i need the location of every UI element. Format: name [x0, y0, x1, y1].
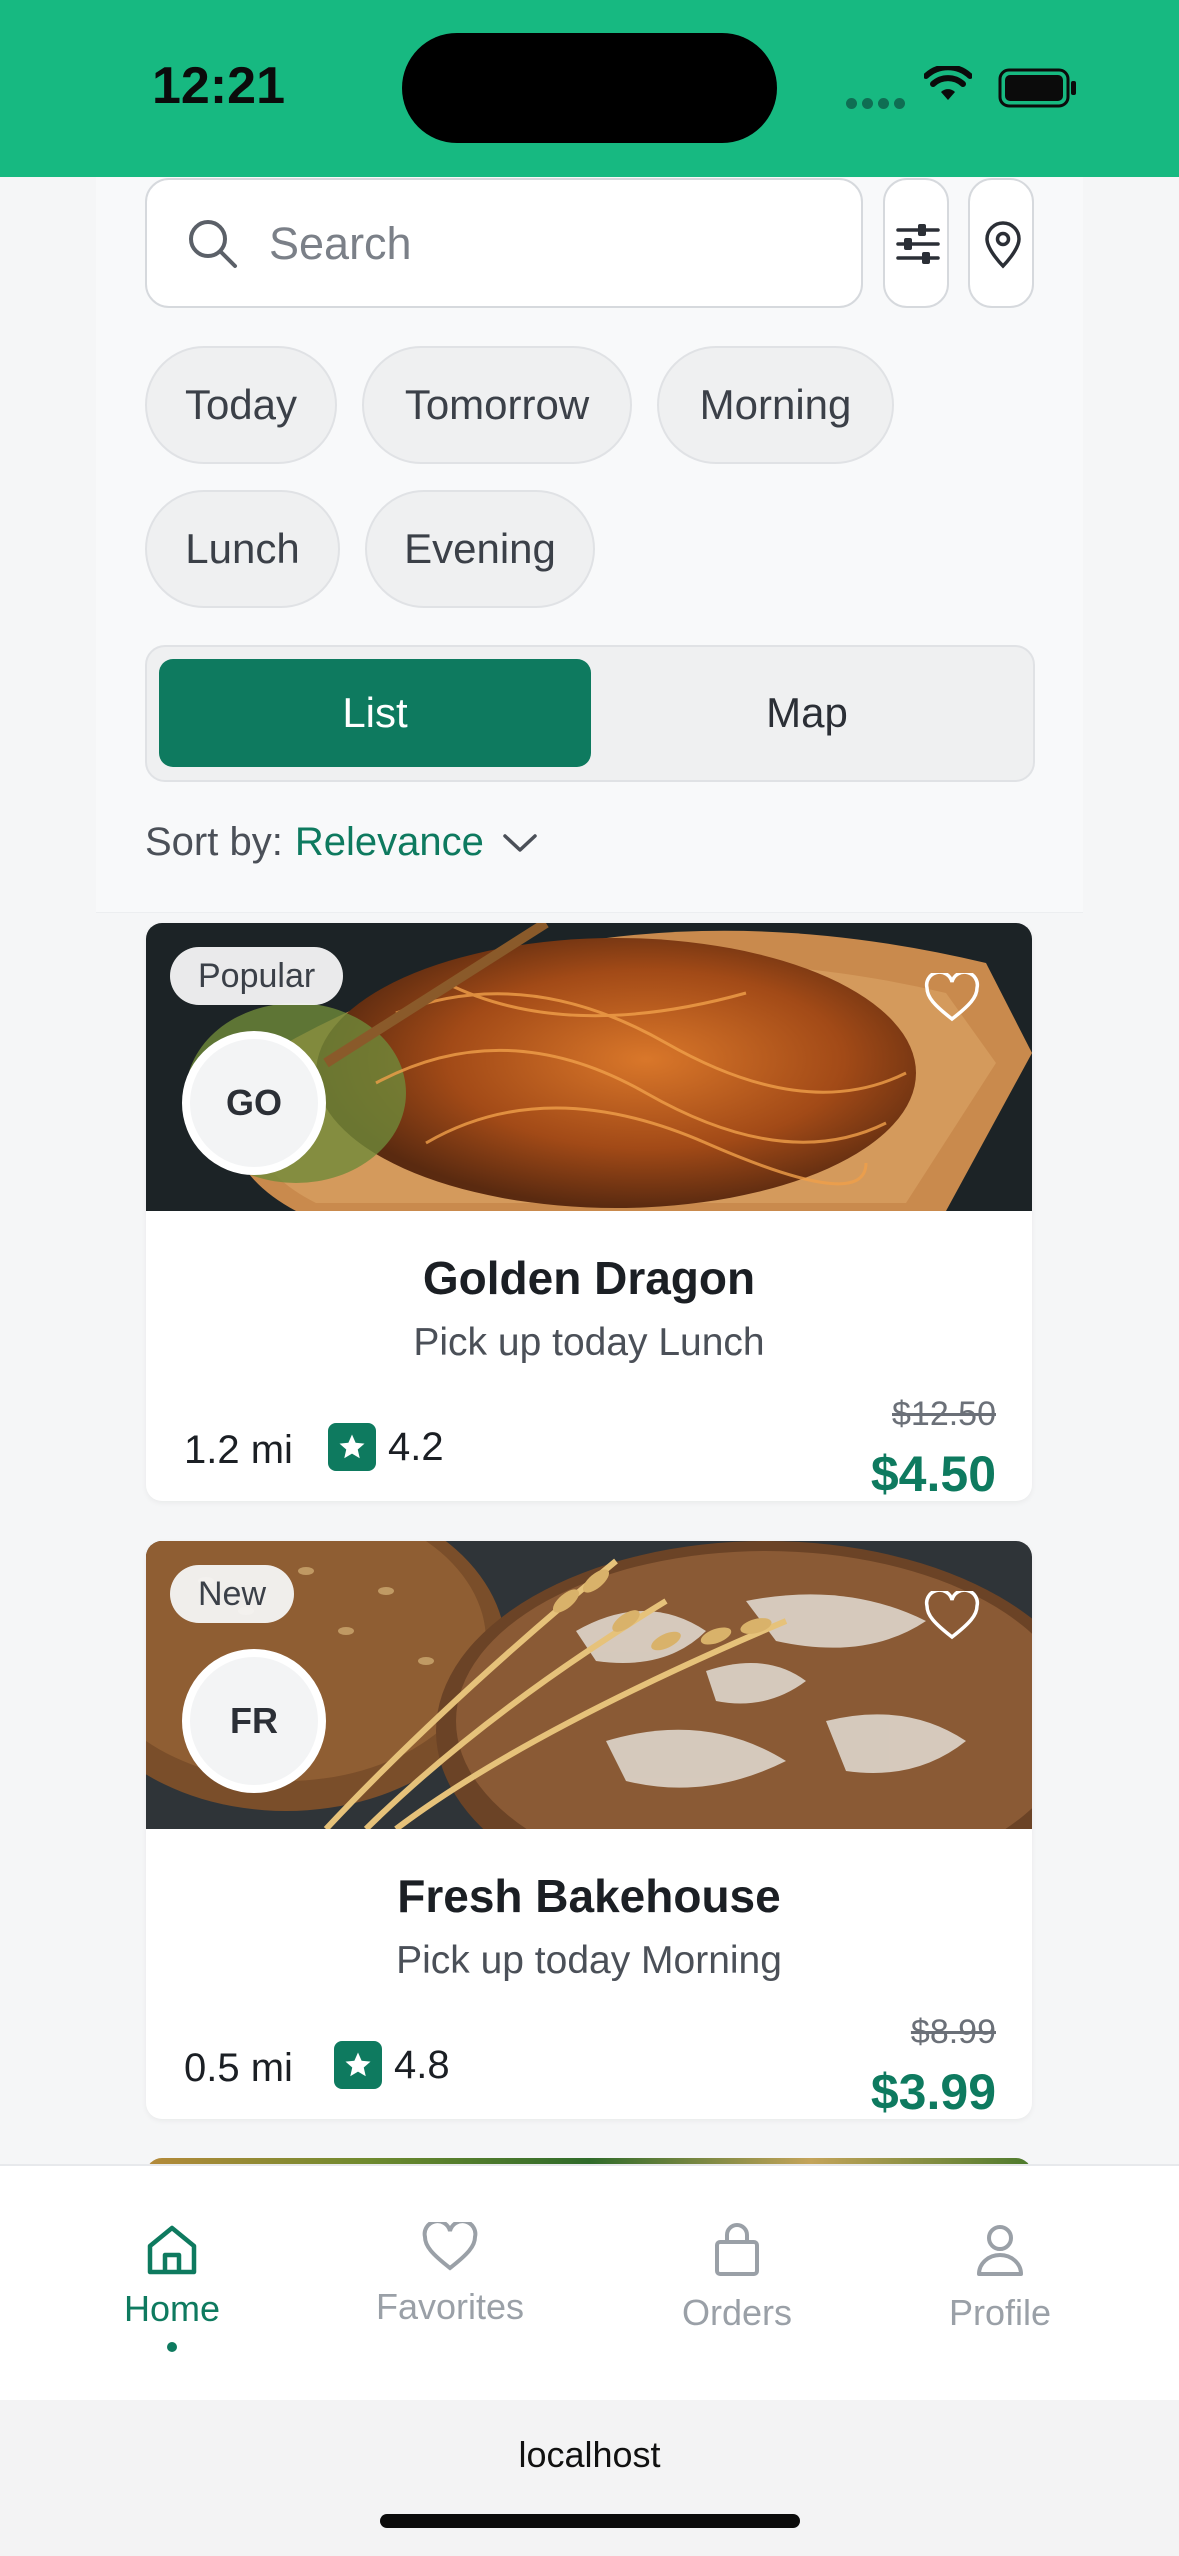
toggle-map-button[interactable]: Map — [591, 659, 1023, 767]
chip-evening[interactable]: Evening — [365, 490, 595, 608]
heart-icon — [422, 2222, 478, 2271]
location-pin-icon — [985, 221, 1021, 269]
star-icon — [328, 1423, 376, 1471]
search-input[interactable]: Search — [145, 178, 863, 308]
browser-url-bar[interactable]: localhost — [0, 2400, 1179, 2556]
toggle-list-button[interactable]: List — [159, 659, 591, 767]
rating: 4.2 — [328, 1423, 444, 1471]
chevron-down-icon — [503, 833, 537, 852]
tab-profile[interactable]: Profile — [870, 2166, 1130, 2402]
tab-orders-label: Orders — [681, 2292, 793, 2333]
sort-value: Relevance — [294, 820, 484, 864]
active-indicator — [167, 2342, 177, 2352]
status-bar: 12:21 — [0, 0, 1179, 177]
original-price: $12.50 — [892, 1395, 996, 1433]
restaurant-name: Golden Dragon — [422, 1252, 756, 1304]
listing-card[interactable]: New FR Fresh Bakehouse Pick up today Mor… — [146, 1541, 1032, 2119]
view-toggle: List Map — [145, 645, 1035, 782]
tab-profile-label: Profile — [948, 2292, 1052, 2333]
distance: 1.2 mi — [184, 1428, 293, 1472]
tab-home-label: Home — [123, 2288, 221, 2329]
home-indicator[interactable] — [380, 2514, 800, 2528]
badge-new: New — [170, 1565, 295, 1623]
distance: 0.5 mi — [184, 2046, 293, 2090]
cellular-signal-icon — [846, 96, 910, 114]
rating-value: 4.2 — [388, 1424, 444, 1469]
chip-tomorrow[interactable]: Tomorrow — [362, 346, 632, 464]
discount-price: $3.99 — [870, 2064, 996, 2119]
tab-home[interactable]: Home — [42, 2166, 302, 2402]
home-icon — [147, 2225, 197, 2275]
original-price: $8.99 — [910, 2013, 996, 2051]
sort-label: Sort by: — [145, 820, 283, 864]
restaurant-avatar: GO — [182, 1031, 326, 1175]
dynamic-island — [402, 33, 777, 143]
star-icon — [334, 2041, 382, 2089]
tab-favorites[interactable]: Favorites — [320, 2166, 580, 2402]
tab-orders[interactable]: Orders — [607, 2166, 867, 2402]
rating-value: 4.8 — [394, 2042, 450, 2087]
filter-settings-button[interactable] — [883, 178, 949, 308]
search-placeholder: Search — [269, 218, 412, 269]
wifi-icon — [924, 66, 972, 100]
chip-today[interactable]: Today — [145, 346, 337, 464]
status-time: 12:21 — [152, 57, 285, 115]
pickup-time: Pick up today Lunch — [413, 1321, 765, 1364]
listing-card[interactable]: Popular GO Golden Dragon Pick up today L… — [146, 923, 1032, 1501]
battery-icon — [998, 68, 1076, 108]
favorite-heart-icon[interactable] — [924, 973, 980, 1023]
sliders-icon — [896, 224, 940, 264]
person-icon — [977, 2225, 1023, 2276]
favorite-heart-icon[interactable] — [924, 1591, 980, 1641]
tab-bar: Home Favorites Orders Profile — [0, 2164, 1179, 2400]
bag-icon — [715, 2223, 759, 2276]
tab-favorites-label: Favorites — [375, 2286, 525, 2327]
location-button[interactable] — [968, 178, 1034, 308]
rating: 4.8 — [334, 2041, 450, 2089]
restaurant-avatar: FR — [182, 1649, 326, 1793]
search-icon — [189, 220, 237, 268]
chip-morning[interactable]: Morning — [657, 346, 894, 464]
discount-price: $4.50 — [870, 1446, 996, 1501]
chip-lunch[interactable]: Lunch — [145, 490, 340, 608]
restaurant-name: Fresh Bakehouse — [397, 1870, 781, 1922]
badge-popular: Popular — [170, 947, 344, 1005]
sort-dropdown[interactable]: Sort by: Relevance — [145, 820, 538, 865]
pickup-time: Pick up today Morning — [396, 1939, 782, 1982]
url-text: localhost — [518, 2434, 661, 2475]
